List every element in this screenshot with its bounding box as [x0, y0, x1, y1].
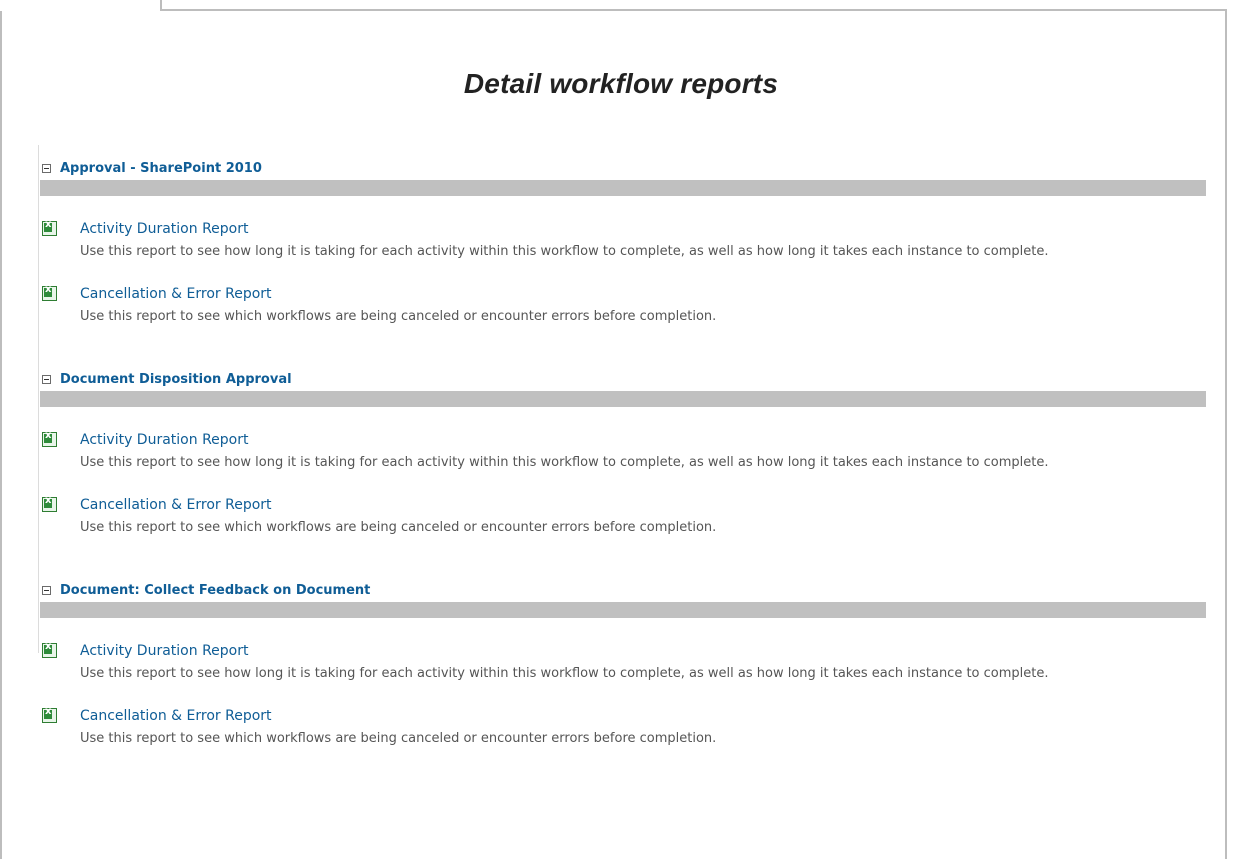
report-description: Use this report to see which workflows a…	[80, 731, 717, 746]
section-bar	[40, 602, 1206, 618]
reports-container: Approval - SharePoint 2010 Activity Dura…	[38, 150, 1206, 745]
section-header[interactable]: Document: Collect Feedback on Document	[38, 578, 1206, 602]
excel-icon	[42, 284, 57, 301]
section-title[interactable]: Document: Collect Feedback on Document	[60, 583, 370, 598]
workflow-section: Approval - SharePoint 2010 Activity Dura…	[38, 156, 1206, 323]
report-item: Cancellation & Error Report Use this rep…	[38, 706, 1206, 746]
report-item: Activity Duration Report Use this report…	[38, 641, 1206, 681]
section-bar	[40, 391, 1206, 407]
report-description: Use this report to see how long it is ta…	[80, 244, 1049, 259]
section-header[interactable]: Approval - SharePoint 2010	[38, 156, 1206, 180]
report-item: Activity Duration Report Use this report…	[38, 430, 1206, 470]
section-bar	[40, 180, 1206, 196]
report-description: Use this report to see how long it is ta…	[80, 455, 1049, 470]
page-title: Detail workflow reports	[463, 68, 779, 99]
report-item: Cancellation & Error Report Use this rep…	[38, 284, 1206, 324]
report-link[interactable]: Activity Duration Report	[80, 220, 1206, 238]
report-item: Activity Duration Report Use this report…	[38, 219, 1206, 259]
excel-icon	[42, 430, 57, 447]
collapse-minus-icon[interactable]	[42, 374, 51, 384]
report-link[interactable]: Activity Duration Report	[80, 431, 1206, 449]
report-item: Cancellation & Error Report Use this rep…	[38, 495, 1206, 535]
report-link[interactable]: Cancellation & Error Report	[80, 707, 1206, 725]
report-description: Use this report to see which workflows a…	[80, 520, 717, 535]
collapse-minus-icon[interactable]	[42, 585, 51, 595]
workflow-section: Document: Collect Feedback on Document A…	[38, 578, 1206, 745]
workflow-section: Document Disposition Approval Activity D…	[38, 367, 1206, 534]
report-description: Use this report to see which workflows a…	[80, 309, 717, 324]
collapse-minus-icon[interactable]	[42, 163, 51, 173]
excel-icon	[42, 219, 57, 236]
section-header[interactable]: Document Disposition Approval	[38, 367, 1206, 391]
section-title[interactable]: Document Disposition Approval	[60, 372, 292, 387]
excel-icon	[42, 495, 57, 512]
report-link[interactable]: Cancellation & Error Report	[80, 285, 1206, 303]
excel-icon	[42, 641, 57, 658]
top-tab	[0, 0, 162, 11]
report-description: Use this report to see how long it is ta…	[80, 666, 1049, 681]
section-title[interactable]: Approval - SharePoint 2010	[60, 161, 262, 176]
report-link[interactable]: Activity Duration Report	[80, 642, 1206, 660]
report-link[interactable]: Cancellation & Error Report	[80, 496, 1206, 514]
excel-icon	[42, 706, 57, 723]
